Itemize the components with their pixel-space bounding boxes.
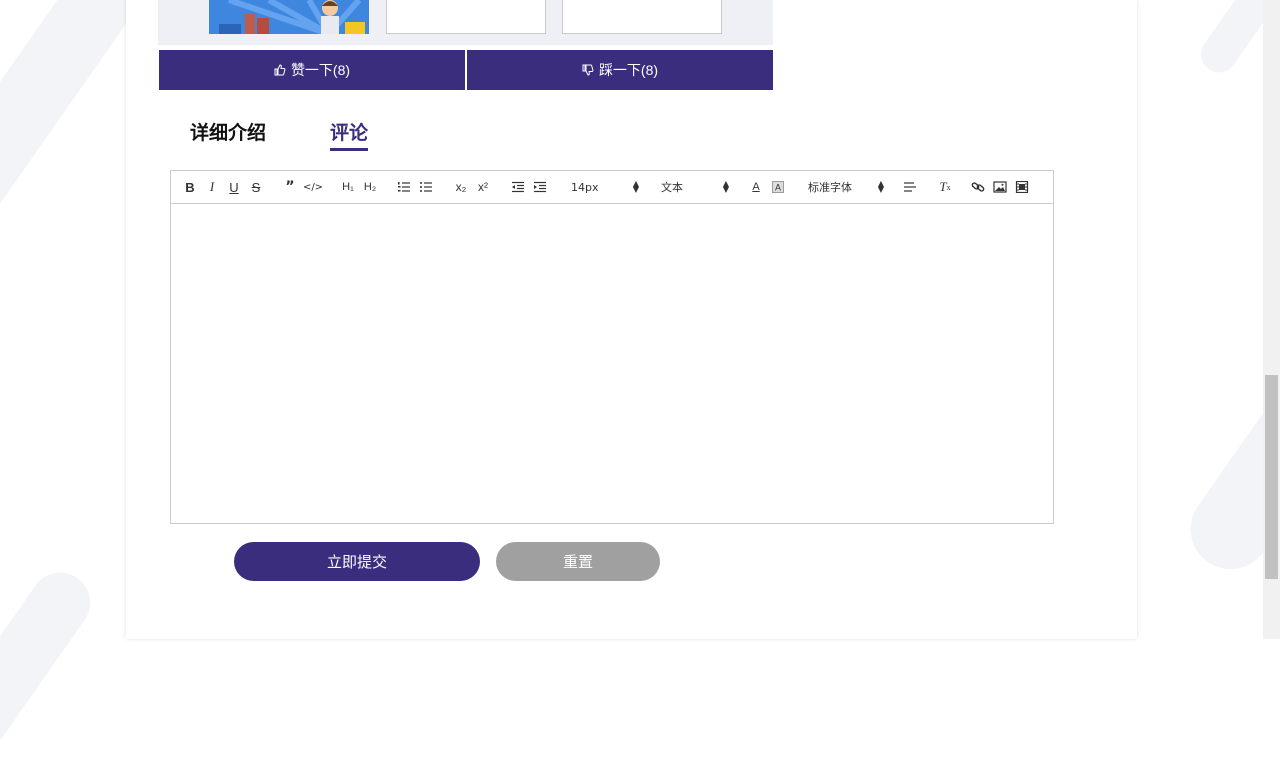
bullet-list-icon[interactable] [419, 178, 433, 196]
font-family-select[interactable]: 标准字体 ▲ ▼ [808, 178, 884, 196]
font-family-value: 标准字体 [808, 181, 852, 194]
image-icon[interactable] [993, 178, 1007, 196]
font-size-value: 14px [571, 180, 599, 194]
header-1-icon[interactable]: H₁ [339, 178, 357, 196]
ordered-list-icon[interactable] [397, 178, 411, 196]
blockquote-icon[interactable]: ” [283, 178, 297, 196]
clear-format-icon[interactable]: Tx [937, 178, 953, 196]
select-arrows-icon: ▲ ▼ [877, 179, 884, 194]
select-arrows-icon: ▲ ▼ [722, 179, 729, 194]
like-label: 赞一下(8) [290, 62, 351, 78]
strikethrough-icon[interactable]: S [249, 178, 263, 196]
editor-text-area[interactable] [171, 204, 1053, 523]
content-tabs: 详细介绍 评论 [190, 118, 369, 151]
thumbs-up-icon [274, 64, 286, 76]
header-select[interactable]: 文本 ▲ ▼ [661, 178, 729, 196]
underline-icon[interactable]: U [227, 178, 241, 196]
code-block-icon[interactable]: </> [303, 178, 323, 196]
background-stripe [0, 0, 145, 343]
reset-button[interactable]: 重置 [496, 542, 660, 581]
background-color-icon[interactable]: A [771, 178, 785, 196]
tab-comments[interactable]: 评论 [330, 118, 369, 151]
illustration-image [209, 0, 369, 34]
header-2-icon[interactable]: H₂ [361, 178, 379, 196]
background-stripe [0, 560, 102, 759]
indent-icon[interactable] [533, 178, 547, 196]
editor-toolbar: B I U S ” </> H₁ H₂ x₂ x² 14px ▲ ▼ 文本 ▲ ▼ … [171, 171, 1053, 204]
svg-text:A: A [775, 183, 781, 193]
submit-button[interactable]: 立即提交 [234, 542, 480, 581]
text-color-icon[interactable]: A [749, 178, 763, 196]
link-icon[interactable] [971, 178, 985, 196]
dislike-button[interactable]: 踩一下(8) [467, 50, 773, 90]
like-button[interactable]: 赞一下(8) [159, 50, 465, 90]
thumbnail-image[interactable] [209, 0, 369, 34]
select-arrows-icon: ▲ ▼ [632, 179, 639, 194]
scrollbar-track[interactable] [1263, 0, 1280, 639]
scrollbar-thumb[interactable] [1265, 375, 1278, 579]
thumbnail-image[interactable] [386, 0, 546, 34]
align-left-icon[interactable] [903, 178, 917, 196]
subscript-icon[interactable]: x₂ [453, 178, 469, 196]
vote-bar: 赞一下(8) 踩一下(8) [159, 50, 773, 90]
rich-text-editor: B I U S ” </> H₁ H₂ x₂ x² 14px ▲ ▼ 文本 ▲ ▼ … [170, 170, 1054, 524]
font-size-select[interactable]: 14px ▲ ▼ [571, 178, 639, 196]
outdent-icon[interactable] [511, 178, 525, 196]
thumbs-down-icon [582, 64, 594, 76]
thumbnail-image[interactable] [562, 0, 722, 34]
superscript-icon[interactable]: x² [475, 178, 491, 196]
dislike-label: 踩一下(8) [598, 62, 659, 78]
header-value: 文本 [661, 181, 683, 194]
tab-details[interactable]: 详细介绍 [190, 118, 266, 151]
italic-icon[interactable]: I [205, 178, 219, 196]
video-icon[interactable] [1015, 178, 1029, 196]
bold-icon[interactable]: B [183, 178, 197, 196]
